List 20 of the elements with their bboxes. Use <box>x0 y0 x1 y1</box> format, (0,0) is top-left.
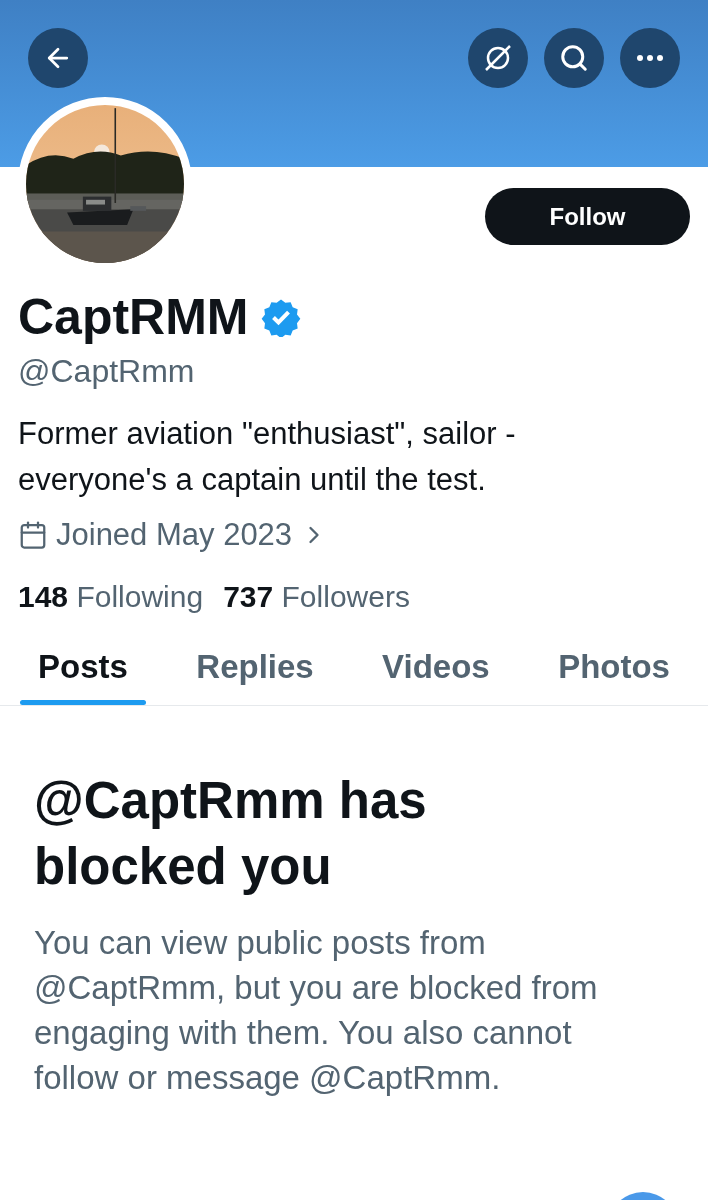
profile-tab[interactable]: Replies <box>178 647 332 705</box>
followers-link[interactable]: 737 Followers <box>223 577 410 617</box>
profile-tab[interactable]: Photos <box>540 647 688 705</box>
grok-button[interactable] <box>468 28 528 88</box>
back-button[interactable] <box>28 28 88 88</box>
more-icon <box>637 55 663 61</box>
more-button[interactable] <box>620 28 680 88</box>
bio-text: Former aviation "enthusiast", sailor - everyone's a captain until the test. <box>18 415 517 499</box>
search-button[interactable] <box>544 28 604 88</box>
blocked-message: You can view public posts from @CaptRmm, but you are blocked from engaging with them. You also cannot follow or message @CaptRmm. <box>34 923 599 1098</box>
follow-button[interactable]: Follow <box>485 188 690 245</box>
join-date: Joined May 2023 <box>56 516 293 554</box>
following-link[interactable]: 148 Following <box>18 577 204 617</box>
search-icon <box>559 43 589 73</box>
blocked-heading: @CaptRmm has blocked you <box>34 771 428 897</box>
user-handle: @CaptRmm <box>18 352 196 391</box>
display-name: CaptRMM <box>18 288 249 347</box>
profile-tab[interactable]: Videos <box>364 647 508 705</box>
calendar-icon <box>18 520 48 550</box>
profile-tab[interactable]: Posts <box>20 647 146 705</box>
